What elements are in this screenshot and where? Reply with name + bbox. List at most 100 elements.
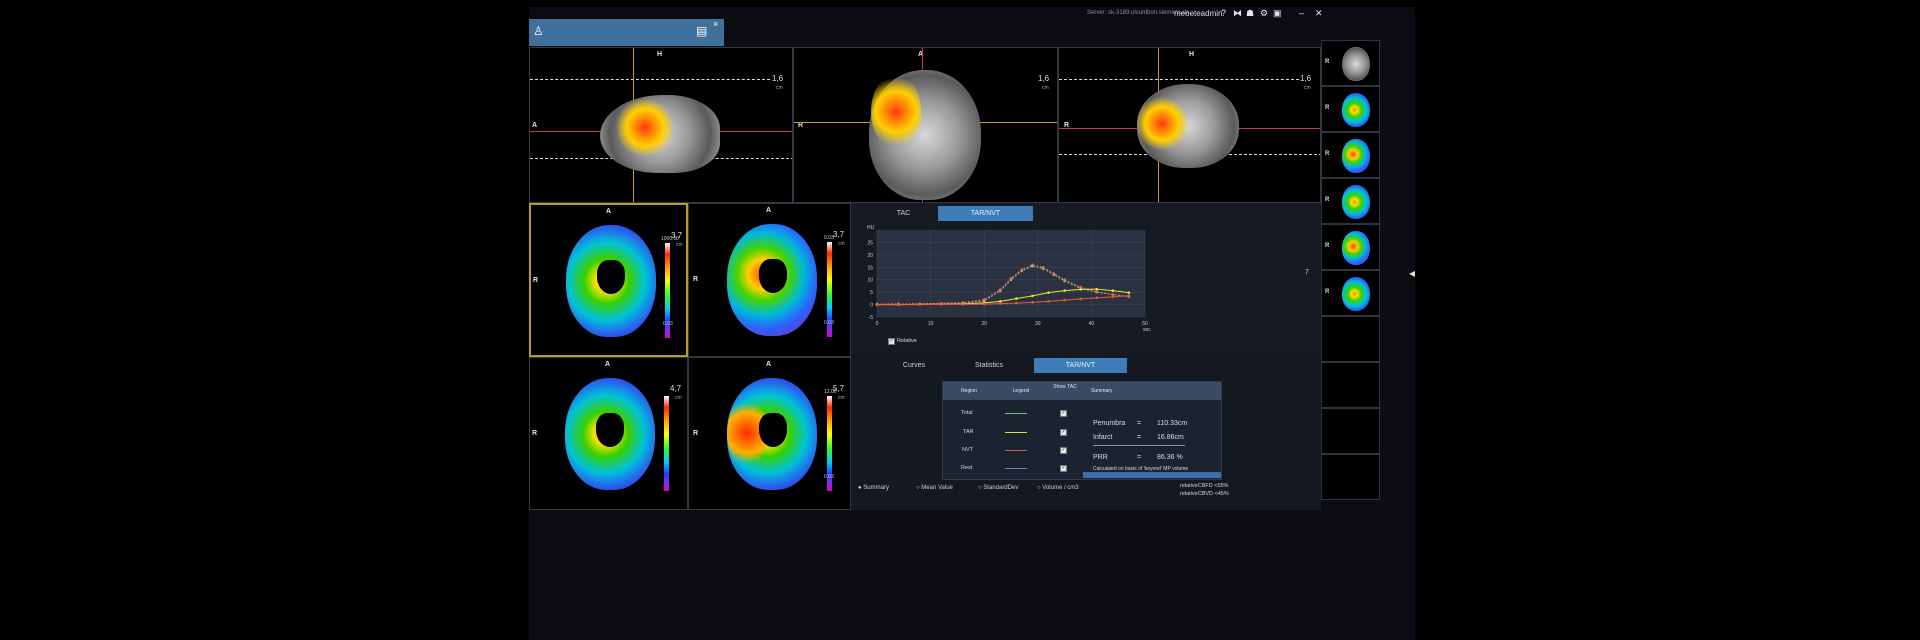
horizontal-scrollbar[interactable] [1083,472,1221,478]
legend-line-tar [1005,432,1027,433]
tab-tar-nvt[interactable]: TAR/NVT [938,206,1033,221]
tab-curves[interactable]: Curves [889,358,939,373]
patient-tab[interactable] [529,19,724,46]
header-show-tac: Show TAC [1047,382,1083,400]
sagittal-view[interactable]: H A 1,6 cm [529,47,793,203]
right-readout: 7 [1305,269,1309,276]
radio-volume[interactable]: ○ Volume / cm3 [1037,485,1079,491]
help-icon[interactable]: ? [1221,8,1226,18]
region-table: Region Legend Show TAC Summary Total TAR… [942,381,1222,480]
infarct-label: Infarct [1093,434,1113,441]
scale-unit: cm [776,85,783,91]
y-tick-label: -5 [869,315,874,321]
show-tac-checkbox-nvt[interactable]: ✓ [1060,447,1067,454]
user-name[interactable]: meoeteadmin [1174,9,1222,18]
tab-tac[interactable]: TAC [881,206,926,221]
prr-label: PRR [1093,454,1108,461]
application-window: Server: sk-3189.ulcuntbon.siemens.de meo… [529,7,1415,640]
users-icon[interactable]: ☗ [1246,8,1254,19]
region-tar: TAR [963,429,974,435]
series-point-3 [918,303,922,306]
thumbnail-empty-3[interactable] [1321,408,1380,454]
prr-value: 86.36 % [1157,454,1183,461]
save-icon[interactable]: ▤ [696,24,707,38]
series-point-2 [1111,289,1115,292]
penumbra-eq: = [1137,420,1142,427]
series-point-3 [875,303,879,306]
tab-tar-nvt-stats[interactable]: TAR/NVT [1034,358,1127,373]
series-point-3 [1063,298,1066,302]
tab-close-icon[interactable]: × [713,19,718,29]
scale-value: 1,6 [1300,74,1312,83]
orientation-top: A [766,207,772,214]
radio-summary[interactable]: ● Summary [858,485,889,491]
thumbnail-empty-1[interactable] [1321,316,1380,362]
color-scale-max: 1000.00 [661,236,680,242]
series-point-3 [1127,294,1131,297]
series-point-3 [940,303,943,306]
collapse-arrow-icon[interactable]: ◀ [1409,269,1415,278]
orientation-top: A [605,361,611,368]
show-tac-checkbox-tar[interactable]: ✓ [1060,429,1067,436]
color-scale-min: 0.03 [824,320,834,326]
radio-standard-dev[interactable]: ○ StandardDev [978,485,1018,491]
legend-line-nvt [1005,450,1027,451]
series-point-3 [1047,300,1050,303]
header-legend: Legend [995,382,1047,400]
prr-eq: = [1137,454,1142,461]
header-region: Region [943,382,995,400]
settings-icon[interactable]: ⚙ [1260,8,1268,19]
series-point-3 [897,303,900,306]
radio-mean-value[interactable]: ○ Mean Value [916,485,953,491]
scale-value: 4,7 [670,384,682,393]
y-tick-label: 15 [867,265,873,271]
orientation-left: R [533,277,539,284]
thumbnail-empty-2[interactable] [1321,362,1380,408]
series-point-1 [1041,265,1045,269]
thumbnail-empty-4[interactable] [1321,454,1380,500]
x-axis-label: sec [1143,327,1151,333]
perfusion-map-4[interactable]: A R 5,7 cm 12.00 0.03 [688,357,851,510]
y-axis-label: HU [867,225,875,231]
region-total: Total [961,410,973,416]
perfusion-overlay [1137,96,1187,151]
series-point-2 [1063,289,1066,292]
perfusion-map-2[interactable]: A R 3,7 cm 0.03 0.03 [688,203,851,357]
series-point-1 [1009,277,1013,280]
perfusion-map-1[interactable]: A R 3,7 cm 1000.00 0.03 [529,203,688,357]
minimize-icon[interactable]: – [1299,8,1304,18]
series-point-1 [1095,290,1099,293]
orientation-left: R [693,276,699,283]
orientation-top: H [657,51,663,58]
perfusion-overlay [871,74,921,149]
close-icon[interactable]: ✕ [1315,8,1323,19]
axial-view[interactable]: A R 1,6 cm [793,47,1058,203]
orientation-top: H [1189,51,1195,58]
series-point-3 [982,302,986,306]
x-tick-label: 10 [928,321,934,327]
show-tac-checkbox-rest[interactable]: ✓ [1060,465,1067,472]
thumbnail-3[interactable]: R [1321,132,1380,178]
thumbnail-5[interactable]: R [1321,224,1380,270]
show-tac-checkbox-total[interactable]: ✓ [1060,410,1067,417]
thumbnail-2[interactable]: R [1321,86,1380,132]
orientation-top: A [606,208,612,215]
penumbra-label: Penumbra [1093,420,1126,427]
series-point-1 [1031,263,1034,267]
split-icon[interactable]: ⧓ [1233,8,1242,19]
thumbnail-4[interactable]: R [1321,178,1380,224]
relative-checkbox[interactable]: ✓ [888,338,895,345]
scale-unit: cm [1042,85,1049,91]
thumbnail-6[interactable]: R [1321,270,1380,316]
perfusion-map-3[interactable]: A R 4,7 cm [529,357,688,510]
thumbnail-1[interactable]: R [1321,40,1380,86]
tac-chart[interactable]: 0 10 20 30 40 502520151050-5HUsec [851,222,1321,342]
orientation-left: A [532,122,538,129]
briefcase-icon[interactable]: ▣ [1273,8,1282,19]
scale-value: 3,7 [833,230,845,239]
scale-unit: cm [1304,85,1311,91]
region-nvt: NVT [962,447,973,453]
coronal-view[interactable]: H R 1,6 cm [1058,47,1321,203]
tab-statistics[interactable]: Statistics [949,358,1029,373]
scale-unit: cm [676,242,683,248]
